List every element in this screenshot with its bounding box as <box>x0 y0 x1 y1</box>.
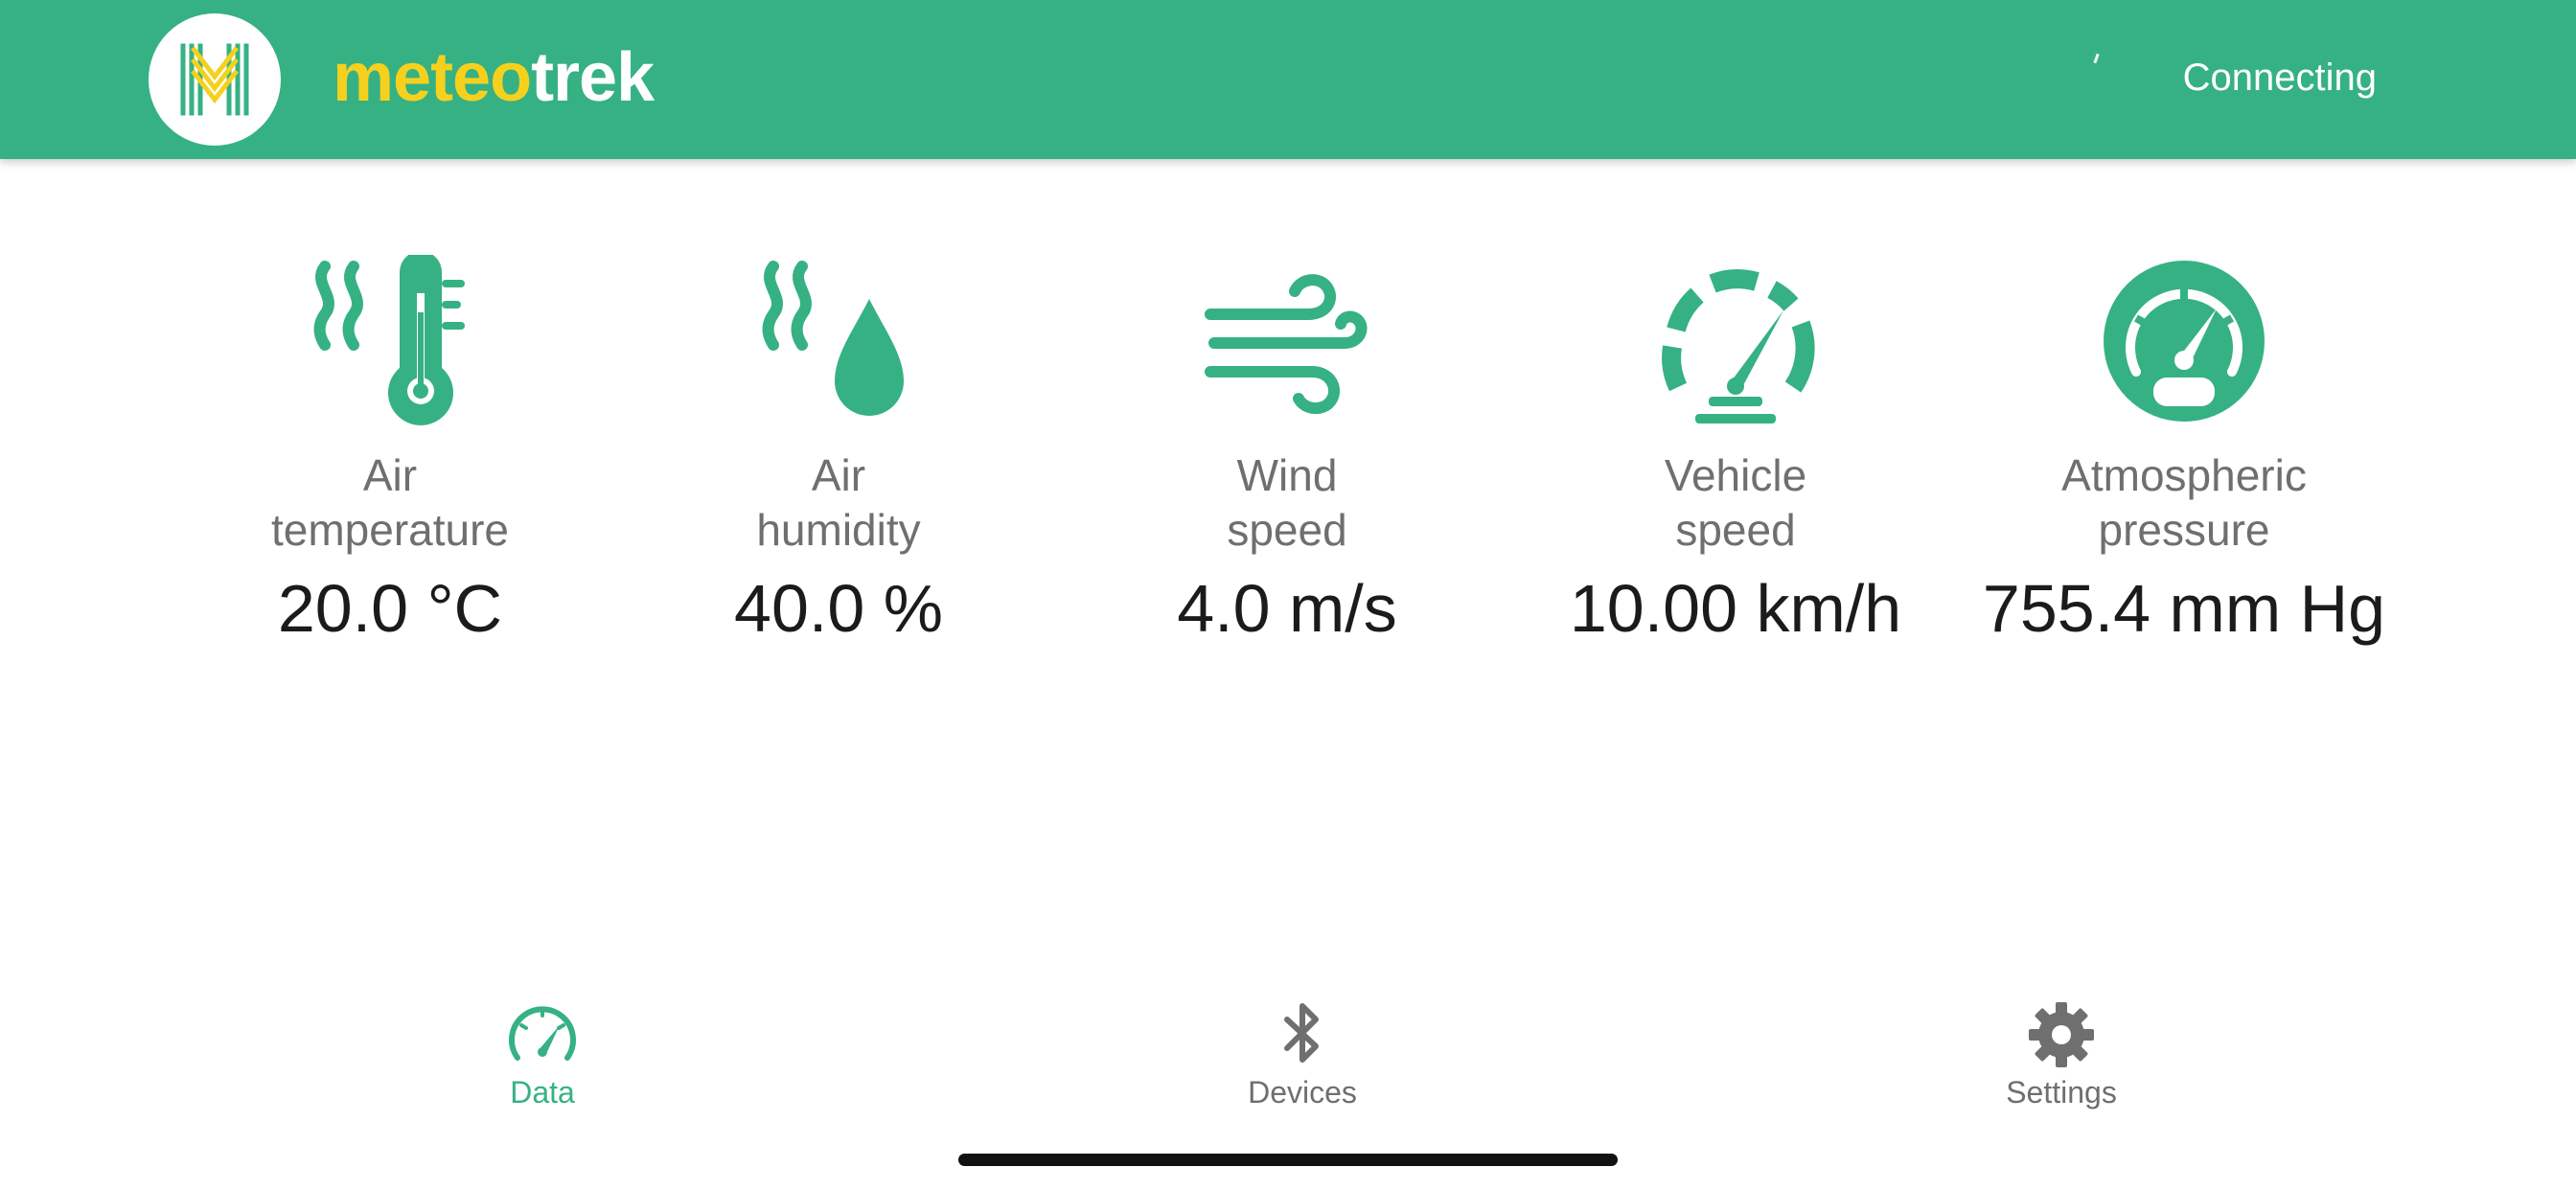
app-logo <box>149 13 281 146</box>
brand-part-meteo: meteo <box>333 39 532 116</box>
metric-label: Air humidity <box>756 450 921 555</box>
metric-air-temperature: Air temperature 20.0 °C <box>179 255 601 648</box>
metric-value: 755.4 mm Hg <box>1982 571 2386 646</box>
bluetooth-icon <box>1284 1003 1319 1063</box>
connection-status: Connecting <box>2182 57 2377 99</box>
metric-label: Vehicle speed <box>1664 450 1807 555</box>
brand-part-trek: trek <box>531 39 655 116</box>
tab-label: Devices <box>1248 1075 1357 1110</box>
tab-settings[interactable]: Settings <box>1918 996 2205 1111</box>
tab-devices[interactable]: Devices <box>1159 996 1446 1111</box>
metric-label: Wind speed <box>1227 450 1347 555</box>
app-brand-name: meteotrek <box>333 34 655 121</box>
metric-vehicle-speed: Vehicle speed 10.00 km/h <box>1525 255 1946 648</box>
wind-icon <box>1205 274 1368 414</box>
home-indicator[interactable] <box>958 1154 1618 1166</box>
speedometer-icon <box>509 1006 576 1061</box>
metric-value: 10.00 km/h <box>1569 571 1902 646</box>
gear-icon <box>2029 1002 2094 1067</box>
connecting-spinner-icon <box>2093 53 2100 64</box>
app-header: meteotrek Connecting <box>0 0 2576 159</box>
metric-value: 40.0 % <box>734 571 943 646</box>
metric-label: Atmospheric pressure <box>2061 450 2307 555</box>
tab-data[interactable]: Data <box>399 996 686 1111</box>
metric-wind-speed: Wind speed 4.0 m/s <box>1076 255 1498 648</box>
logo-m-icon <box>180 43 249 116</box>
speedometer-icon <box>1662 269 1815 423</box>
metric-label: Air temperature <box>270 450 509 555</box>
humidity-drop-icon <box>762 261 904 416</box>
tab-label: Settings <box>2006 1075 2117 1110</box>
metric-value: 20.0 °C <box>277 571 503 646</box>
tab-label: Data <box>510 1075 575 1110</box>
metric-value: 4.0 m/s <box>1177 571 1397 646</box>
metric-atmospheric-pressure: Atmospheric pressure 755.4 mm Hg <box>1973 255 2395 648</box>
thermometer-icon <box>313 255 465 425</box>
metric-air-humidity: Air humidity 40.0 % <box>628 255 1049 648</box>
gauge-icon <box>2104 261 2265 422</box>
